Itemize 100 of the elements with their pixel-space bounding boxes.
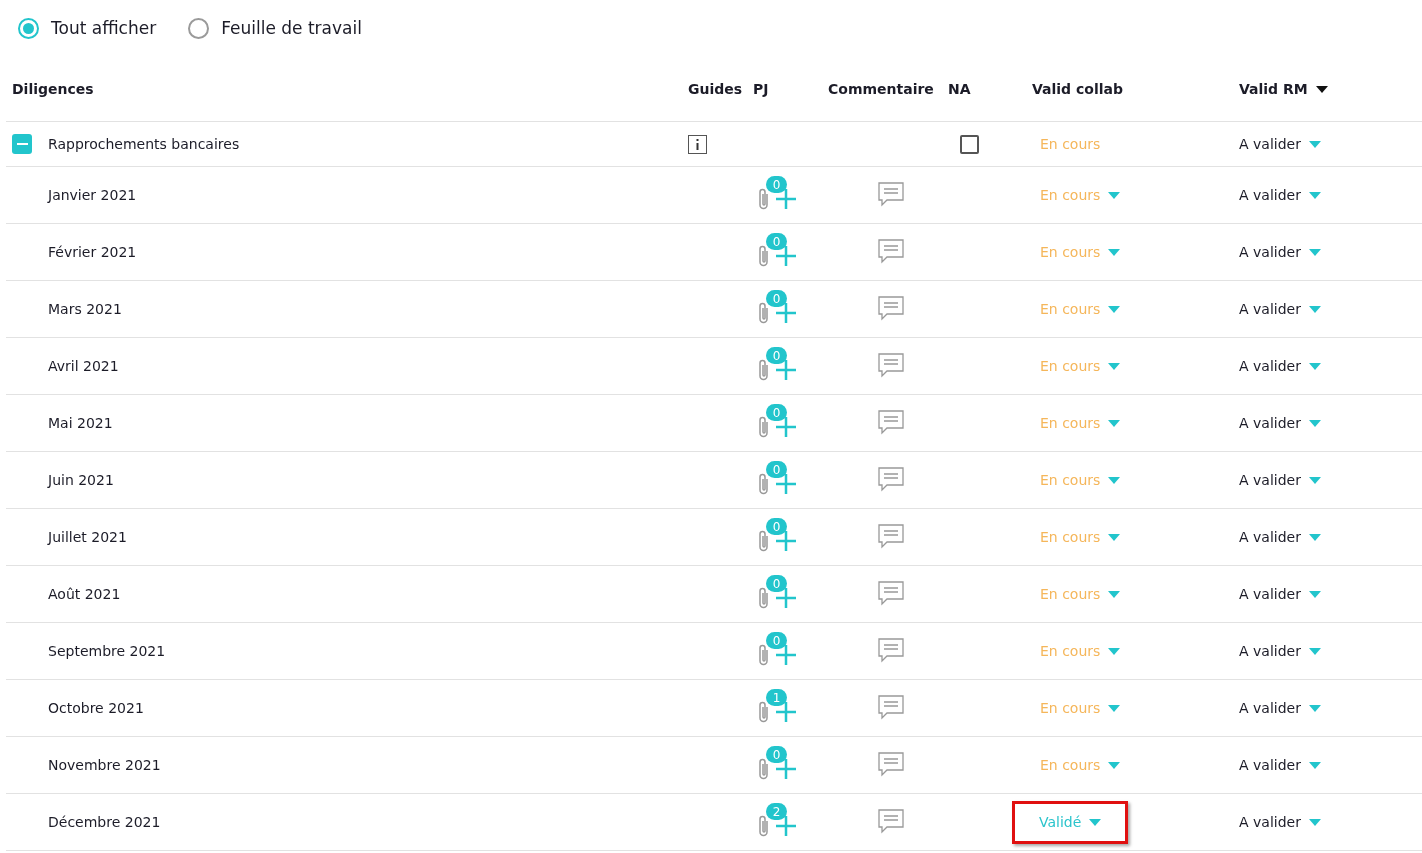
status-dropdown[interactable]: A valider bbox=[1239, 583, 1321, 605]
attachment-count-badge: 0 bbox=[766, 746, 787, 763]
paperclip-icon[interactable] bbox=[757, 245, 771, 267]
row-name: Avril 2021 bbox=[48, 356, 120, 376]
paperclip-icon[interactable] bbox=[757, 701, 771, 723]
caret-icon bbox=[1108, 419, 1121, 427]
status-dropdown[interactable]: A valider bbox=[1239, 640, 1321, 662]
add-icon[interactable] bbox=[775, 302, 797, 324]
paperclip-icon[interactable] bbox=[757, 302, 771, 324]
paperclip-icon[interactable] bbox=[757, 644, 771, 666]
add-icon[interactable] bbox=[775, 530, 797, 552]
row-name: Juin 2021 bbox=[48, 470, 115, 490]
group-name: Rapprochements bancaires bbox=[48, 134, 241, 154]
paperclip-icon[interactable] bbox=[757, 815, 771, 837]
column-header[interactable]: Valid collab bbox=[1032, 78, 1123, 100]
row-name: Février 2021 bbox=[48, 242, 138, 262]
add-icon[interactable] bbox=[775, 416, 797, 438]
comment-icon[interactable] bbox=[878, 695, 904, 721]
add-icon[interactable] bbox=[775, 644, 797, 666]
column-header[interactable]: Diligences bbox=[12, 78, 94, 100]
column-header[interactable]: Valid RM bbox=[1239, 78, 1308, 100]
caret-icon bbox=[1308, 533, 1321, 541]
status-dropdown[interactable]: A valider bbox=[1239, 412, 1321, 434]
paperclip-icon[interactable] bbox=[757, 359, 771, 381]
radio-option[interactable]: Tout afficher bbox=[18, 15, 157, 42]
row-name: Janvier 2021 bbox=[48, 185, 138, 205]
add-icon[interactable] bbox=[775, 701, 797, 723]
attachment-count-badge: 0 bbox=[766, 461, 787, 478]
comment-icon[interactable] bbox=[878, 410, 904, 436]
comment-icon[interactable] bbox=[878, 353, 904, 379]
add-icon[interactable] bbox=[775, 245, 797, 267]
radio-option[interactable]: Feuille de travail bbox=[188, 15, 362, 42]
add-icon[interactable] bbox=[775, 359, 797, 381]
comment-icon[interactable] bbox=[878, 638, 904, 664]
attachment-count-badge: 2 bbox=[766, 803, 787, 820]
attachment-count-badge: 0 bbox=[766, 290, 787, 307]
status-dropdown[interactable]: A valider bbox=[1239, 133, 1321, 155]
comment-icon[interactable] bbox=[878, 809, 904, 835]
comment-icon[interactable] bbox=[878, 581, 904, 607]
attachment-count-badge: 0 bbox=[766, 176, 787, 193]
comment-icon[interactable] bbox=[878, 239, 904, 265]
caret-icon bbox=[1308, 476, 1321, 484]
na-checkbox[interactable] bbox=[960, 134, 979, 154]
comment-icon[interactable] bbox=[878, 752, 904, 778]
attachment-count-badge: 0 bbox=[766, 347, 787, 364]
paperclip-icon[interactable] bbox=[757, 473, 771, 495]
status-dropdown[interactable]: A valider bbox=[1239, 526, 1321, 548]
comment-icon[interactable] bbox=[878, 467, 904, 493]
status-dropdown[interactable]: A valider bbox=[1239, 298, 1321, 320]
caret-icon bbox=[1108, 248, 1121, 256]
comment-icon[interactable] bbox=[878, 524, 904, 550]
attachment-count-badge: 1 bbox=[766, 689, 787, 706]
status-dropdown[interactable]: A valider bbox=[1239, 355, 1321, 377]
row-name: Septembre 2021 bbox=[48, 641, 167, 661]
caret-icon bbox=[1308, 140, 1321, 148]
status-dropdown[interactable]: A valider bbox=[1239, 697, 1321, 719]
status-dropdown[interactable]: A valider bbox=[1239, 754, 1321, 776]
row-name: Août 2021 bbox=[48, 584, 122, 604]
caret-icon bbox=[1308, 704, 1321, 712]
caret-icon bbox=[1108, 362, 1121, 370]
caret-icon bbox=[1308, 362, 1321, 370]
info-icon[interactable] bbox=[688, 134, 707, 154]
add-icon[interactable] bbox=[775, 758, 797, 780]
add-icon[interactable] bbox=[775, 587, 797, 609]
caret-icon bbox=[1108, 476, 1121, 484]
status-dropdown[interactable]: A valider bbox=[1239, 184, 1321, 206]
caret-icon bbox=[1308, 191, 1321, 199]
caret-icon bbox=[1089, 818, 1102, 826]
caret-icon bbox=[1308, 761, 1321, 769]
caret-icon bbox=[1308, 818, 1321, 826]
paperclip-icon[interactable] bbox=[757, 530, 771, 552]
status-dropdown[interactable]: A valider bbox=[1239, 241, 1321, 263]
paperclip-icon[interactable] bbox=[757, 188, 771, 210]
status-dropdown[interactable]: A valider bbox=[1239, 811, 1321, 833]
caret-icon bbox=[1308, 647, 1321, 655]
column-header[interactable]: PJ bbox=[753, 78, 769, 100]
column-header[interactable]: Commentaire bbox=[828, 78, 934, 100]
paperclip-icon[interactable] bbox=[757, 587, 771, 609]
add-icon[interactable] bbox=[775, 188, 797, 210]
status-dropdown[interactable]: A valider bbox=[1239, 469, 1321, 491]
row-name: Juillet 2021 bbox=[48, 527, 128, 547]
column-header[interactable]: NA bbox=[948, 78, 971, 100]
comment-icon[interactable] bbox=[878, 296, 904, 322]
collapse-toggle[interactable] bbox=[12, 134, 32, 154]
attachment-count-badge: 0 bbox=[766, 575, 787, 592]
comment-icon[interactable] bbox=[878, 182, 904, 208]
attachment-count-badge: 0 bbox=[766, 632, 787, 649]
column-header[interactable]: Guides bbox=[688, 78, 743, 100]
add-icon[interactable] bbox=[775, 815, 797, 837]
row-name: Mai 2021 bbox=[48, 413, 114, 433]
add-icon[interactable] bbox=[775, 473, 797, 495]
attachment-count-badge: 0 bbox=[766, 233, 787, 250]
attachment-count-badge: 0 bbox=[766, 518, 787, 535]
paperclip-icon[interactable] bbox=[757, 758, 771, 780]
row-name: Novembre 2021 bbox=[48, 755, 162, 775]
paperclip-icon[interactable] bbox=[757, 416, 771, 438]
attachment-count-badge: 0 bbox=[766, 404, 787, 421]
caret-icon bbox=[1108, 647, 1121, 655]
caret-icon bbox=[1108, 704, 1121, 712]
caret-icon bbox=[1108, 305, 1121, 313]
